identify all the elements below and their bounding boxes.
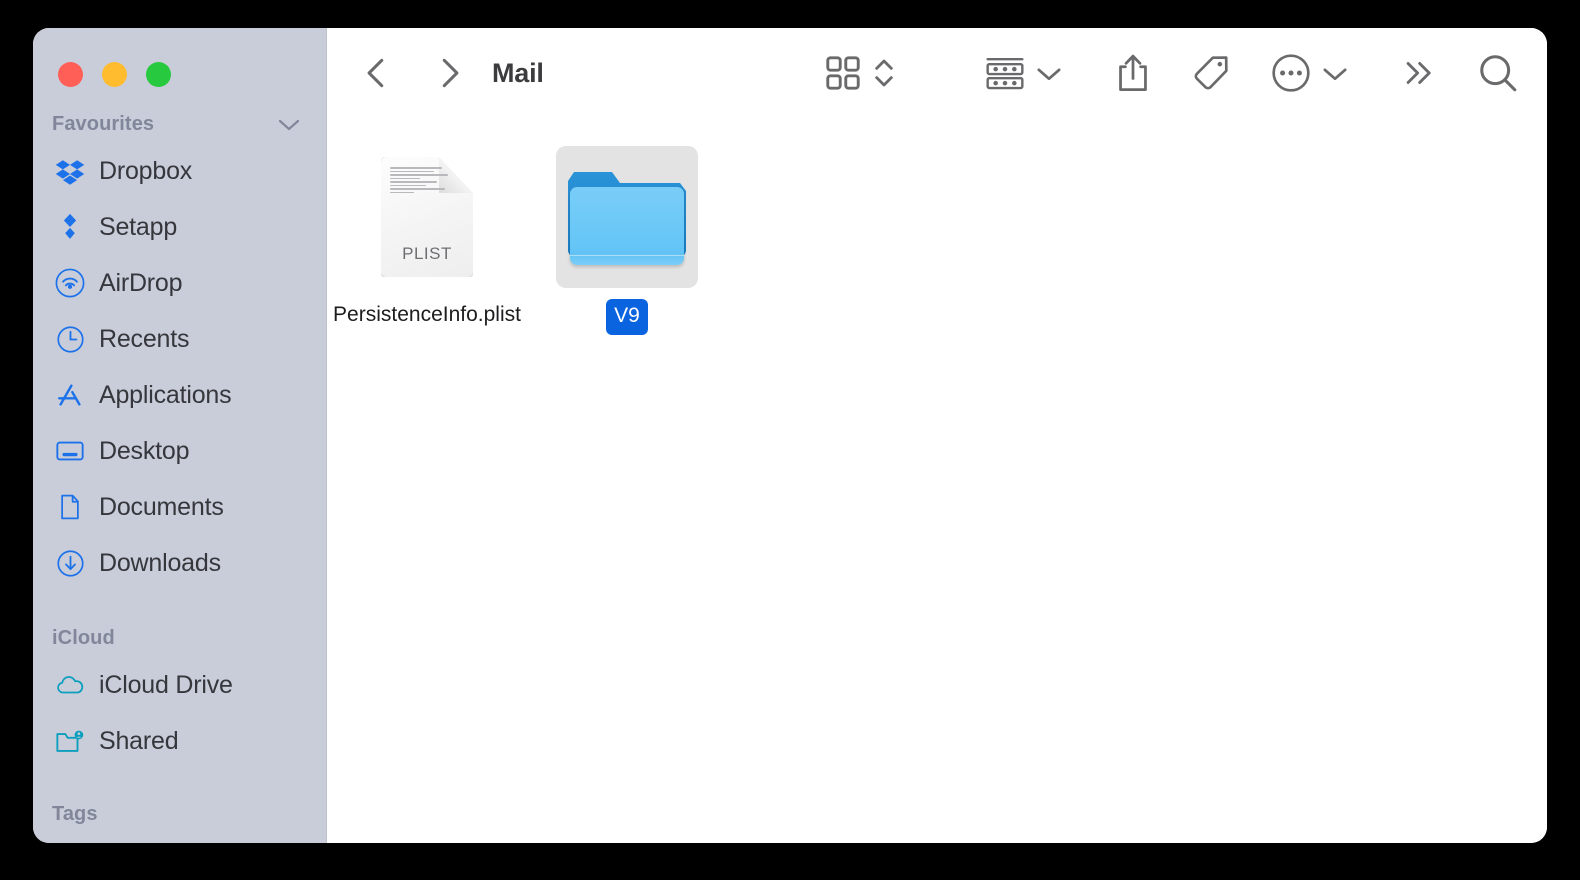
content-area: Mail PLIST PersistenceInfo.plist V9	[327, 28, 1547, 843]
group-by-chevron-down-icon[interactable]	[1035, 64, 1063, 82]
cloud-icon	[55, 670, 85, 700]
document-text-lines	[390, 167, 448, 195]
sidebar-item-label: Recents	[99, 324, 190, 353]
sidebar-section-header-favourites[interactable]: Favourites	[33, 105, 326, 143]
file-item-folder[interactable]: V9	[553, 146, 701, 335]
tag-button[interactable]	[1191, 53, 1231, 93]
sidebar-item-label: Downloads	[99, 548, 221, 577]
file-name-label[interactable]: PersistenceInfo.plist	[325, 299, 530, 331]
finder-window: Favourites Dropbox Setapp AirDrop Recent…	[33, 28, 1547, 843]
sidebar-item-label: Documents	[99, 492, 224, 521]
window-controls	[33, 28, 326, 87]
sidebar-item-label: Setapp	[99, 212, 178, 241]
desktop-icon	[55, 436, 85, 466]
search-button[interactable]	[1477, 52, 1519, 94]
sidebar-section-title: Favourites	[52, 112, 155, 135]
sidebar-item-desktop[interactable]: Desktop	[33, 423, 326, 479]
document-icon	[55, 492, 85, 522]
sidebar-item-icloud-drive[interactable]: iCloud Drive	[33, 657, 326, 713]
maximize-button[interactable]	[146, 62, 171, 87]
sidebar-item-label: Dropbox	[99, 156, 193, 185]
file-icon-box[interactable]: PLIST	[356, 146, 498, 288]
more-chevron-down-icon[interactable]	[1321, 64, 1349, 82]
downloads-icon	[55, 548, 85, 578]
minimize-button[interactable]	[102, 62, 127, 87]
folder-icon-box[interactable]	[556, 146, 698, 288]
close-button[interactable]	[58, 62, 83, 87]
sidebar-section-title: Tags	[52, 802, 98, 825]
sidebar-section-header-icloud[interactable]: iCloud	[33, 619, 326, 657]
clock-icon	[55, 324, 85, 354]
sidebar-item-setapp[interactable]: Setapp	[33, 199, 326, 255]
sidebar-item-label: Desktop	[99, 436, 190, 465]
setapp-icon	[55, 212, 85, 242]
back-button[interactable]	[355, 51, 399, 95]
toolbar: Mail	[327, 28, 1547, 118]
dropbox-icon	[55, 156, 85, 186]
folder-icon	[568, 169, 686, 265]
file-item-plist[interactable]: PLIST PersistenceInfo.plist	[333, 146, 521, 335]
folder-name-label[interactable]: V9	[606, 299, 648, 335]
sidebar-item-label: AirDrop	[99, 268, 183, 297]
sidebar-item-label: iCloud Drive	[99, 670, 233, 699]
file-extension-badge: PLIST	[402, 244, 452, 263]
overflow-button[interactable]	[1401, 58, 1437, 88]
sidebar-section-title: iCloud	[52, 626, 115, 649]
sidebar-item-label: Applications	[99, 380, 232, 409]
sidebar-section-header-tags[interactable]: Tags	[33, 795, 326, 833]
forward-button[interactable]	[427, 51, 471, 95]
group-by-button[interactable]	[985, 56, 1025, 91]
toolbar-right-group	[825, 28, 1519, 118]
sidebar-item-applications[interactable]: Applications	[33, 367, 326, 423]
applications-icon	[55, 380, 85, 410]
sidebar-item-downloads[interactable]: Downloads	[33, 535, 326, 591]
chevron-down-icon[interactable]	[278, 118, 300, 131]
shared-folder-icon	[55, 726, 85, 756]
sidebar-item-documents[interactable]: Documents	[33, 479, 326, 535]
sidebar-item-recents[interactable]: Recents	[33, 311, 326, 367]
plist-document-icon: PLIST	[381, 157, 473, 277]
sidebar: Favourites Dropbox Setapp AirDrop Recent…	[33, 28, 327, 843]
more-button[interactable]	[1271, 53, 1311, 93]
share-button[interactable]	[1115, 52, 1151, 94]
sidebar-item-airdrop[interactable]: AirDrop	[33, 255, 326, 311]
view-stepper-button[interactable]	[871, 53, 897, 93]
sidebar-scroll-area[interactable]: Favourites Dropbox Setapp AirDrop Recent…	[33, 28, 326, 843]
icon-view-button[interactable]	[825, 55, 861, 91]
airdrop-icon	[55, 268, 85, 298]
sidebar-item-label: Shared	[99, 726, 179, 755]
sidebar-item-shared[interactable]: Shared	[33, 713, 326, 769]
page-title: Mail	[492, 57, 544, 88]
file-grid[interactable]: PLIST PersistenceInfo.plist V9	[327, 118, 1547, 843]
sidebar-item-dropbox[interactable]: Dropbox	[33, 143, 326, 199]
